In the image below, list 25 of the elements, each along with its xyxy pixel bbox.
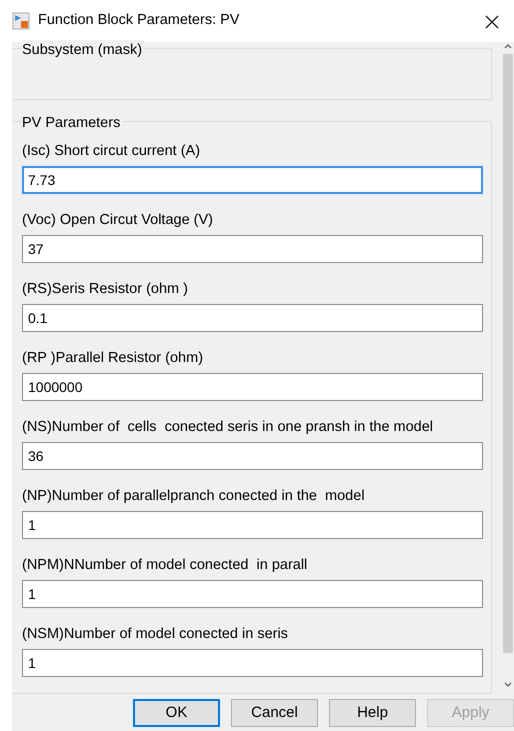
- input-field[interactable]: 1: [22, 580, 483, 608]
- input-field[interactable]: 37: [22, 234, 483, 263]
- field-label: (Voc) Open Circut Voltage (V): [22, 210, 214, 230]
- block-icon: [12, 12, 30, 30]
- input-field[interactable]: 1000000: [22, 372, 483, 401]
- field-label: (NP)Number of parallelpranch conected in the model: [22, 486, 366, 506]
- field-label: (NS)Number of cells conected seris in one pransh in the model: [22, 418, 434, 437]
- scroll-down-icon[interactable]: [503, 681, 513, 689]
- scroll-up-icon[interactable]: [503, 42, 513, 50]
- close-icon: [484, 14, 500, 30]
- input-field[interactable]: 1: [22, 648, 483, 677]
- input-field[interactable]: 0.1: [22, 304, 483, 332]
- window-title: Function Block Parameters: PV: [38, 11, 240, 30]
- field-label: (RS)Seris Resistor (ohm ): [22, 280, 189, 299]
- field-label: (Isc) Short circut current (A): [22, 142, 202, 161]
- input-field[interactable]: 7.73: [22, 166, 483, 194]
- scrollbar-thumb[interactable]: [503, 54, 513, 653]
- input-field[interactable]: 36: [22, 442, 483, 470]
- field-label: (RP )Parallel Resistor (ohm): [22, 348, 204, 368]
- field-label: (NPM)NNumber of model conected in parall: [22, 556, 308, 575]
- dialog-button[interactable]: OK: [133, 699, 220, 727]
- dialog-button[interactable]: Cancel: [231, 699, 318, 727]
- input-field[interactable]: 1: [22, 510, 483, 539]
- dialog-button[interactable]: Help: [329, 699, 416, 727]
- field-label: (NSM)Number of model conected in seris: [22, 624, 289, 644]
